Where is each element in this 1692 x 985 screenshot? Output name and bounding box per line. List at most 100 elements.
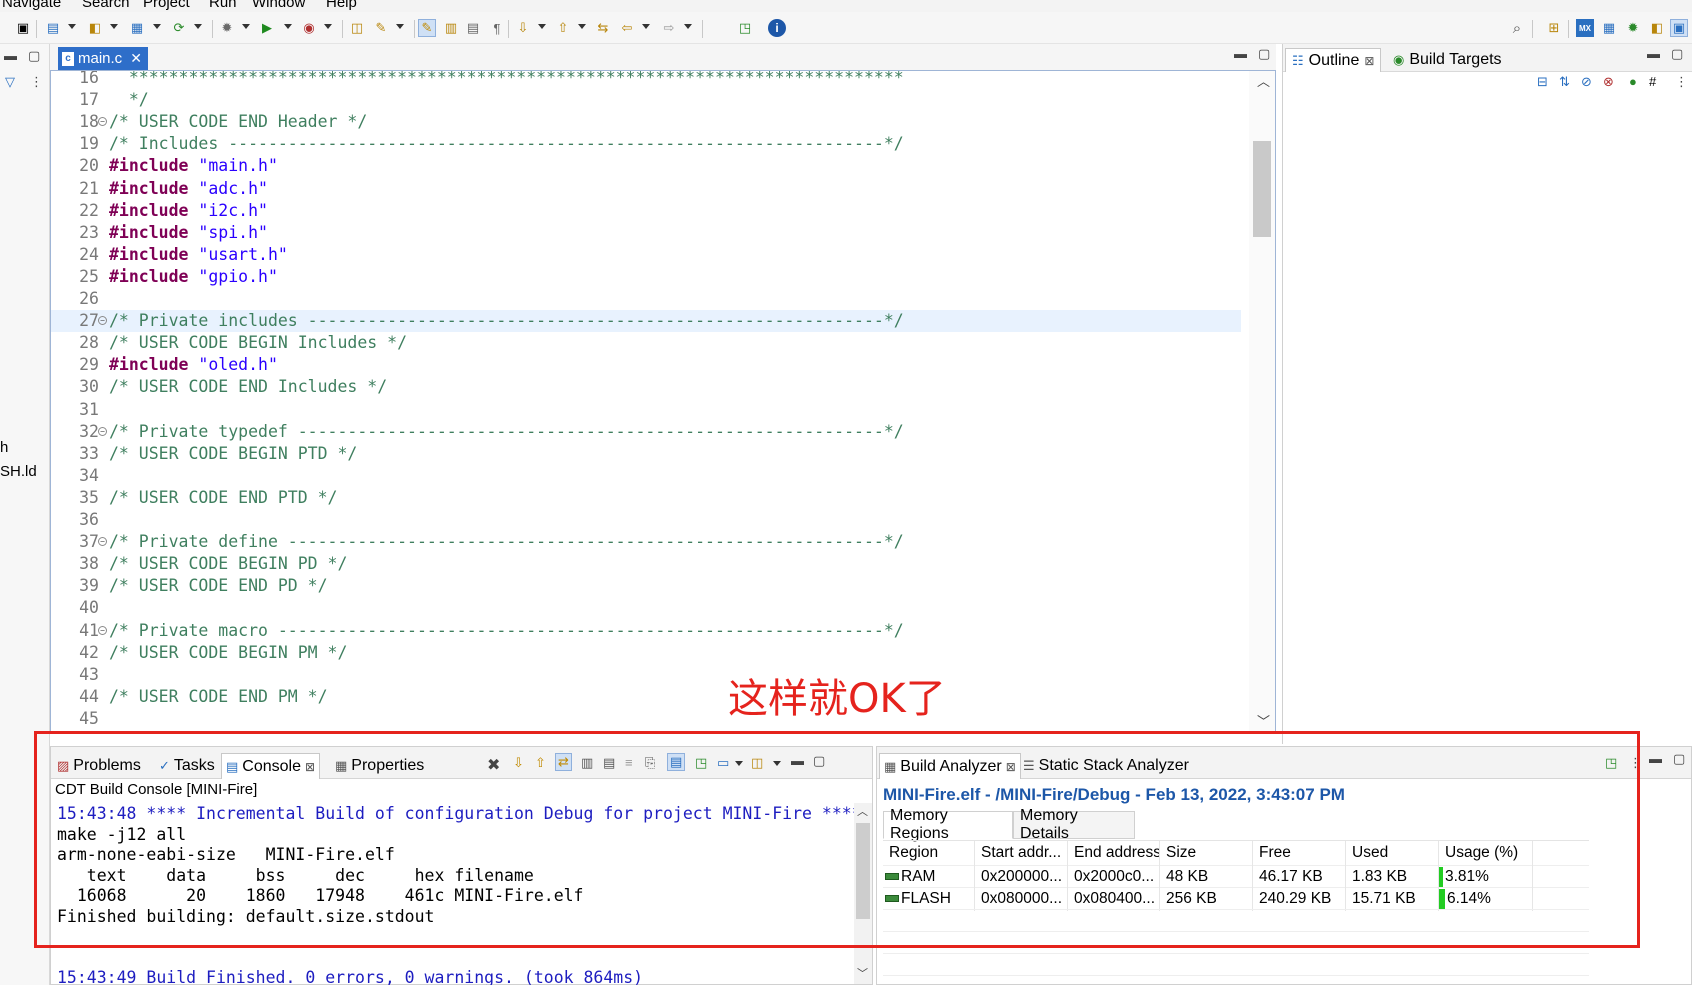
- view-menu-icon[interactable]: ⋮: [1675, 74, 1688, 90]
- previous-error-icon[interactable]: ⇧: [535, 755, 546, 771]
- search-icon[interactable]: ⌕: [1508, 19, 1526, 37]
- back-icon[interactable]: ⇦: [618, 19, 636, 37]
- scroll-up-icon[interactable]: ︿: [1257, 71, 1270, 90]
- code-line[interactable]: 20 #include "main.h": [51, 155, 1241, 177]
- code-line[interactable]: 19 /* Includes --------------------------…: [51, 133, 1241, 155]
- code-line[interactable]: 22 #include "i2c.h": [51, 200, 1241, 222]
- hide-non-public-icon[interactable]: ●: [1629, 74, 1637, 89]
- code-line[interactable]: 43: [51, 664, 1241, 686]
- close-icon[interactable]: ⊠: [305, 760, 315, 774]
- hide-fields-icon[interactable]: ⊘: [1581, 74, 1592, 90]
- show-whitespace-icon[interactable]: ¶: [488, 19, 506, 37]
- maximize-icon[interactable]: ▢: [1673, 751, 1685, 767]
- group-includes-icon[interactable]: #: [1649, 74, 1656, 89]
- code-line[interactable]: 18−/* USER CODE END Header */: [51, 111, 1241, 133]
- scroll-up-icon[interactable]: ︿: [857, 803, 868, 819]
- c-cpp-perspective-icon[interactable]: ▦: [1600, 19, 1618, 37]
- dropdown-icon[interactable]: [324, 24, 332, 29]
- maximize-icon[interactable]: ▢: [813, 753, 825, 769]
- dropdown-icon[interactable]: [735, 761, 743, 766]
- new-icon[interactable]: ▤: [44, 19, 62, 37]
- code-line[interactable]: 17 */: [51, 89, 1241, 111]
- view-menu-icon[interactable]: ⋮: [1629, 755, 1642, 771]
- code-line[interactable]: 29 #include "oled.h": [51, 354, 1241, 376]
- column-header[interactable]: Region: [883, 841, 975, 865]
- clear-console-icon[interactable]: ✖: [487, 755, 500, 775]
- open-project-icon[interactable]: ◧: [86, 19, 104, 37]
- console-vertical-scrollbar[interactable]: ︿ ﹀: [854, 803, 872, 984]
- code-line[interactable]: 32−/* Private typedef ------------------…: [51, 421, 1241, 443]
- link-editor-icon[interactable]: ⇄: [555, 753, 572, 771]
- minimize-icon[interactable]: ▬: [1647, 46, 1660, 61]
- scroll-down-icon[interactable]: ﹀: [1257, 711, 1270, 730]
- code-editor[interactable]: 16 *************************************…: [50, 70, 1276, 734]
- forward-icon[interactable]: ⇨: [660, 19, 678, 37]
- code-line[interactable]: 35 /* USER CODE END PTD */: [51, 487, 1241, 509]
- menu-help[interactable]: Help: [326, 0, 357, 11]
- scrollbar-thumb[interactable]: [856, 823, 870, 919]
- tab-memory-regions[interactable]: Memory Regions: [883, 807, 1013, 842]
- tab-build-analyzer[interactable]: ▦ Build Analyzer ⊠: [879, 753, 1021, 779]
- open-console-icon[interactable]: ◳: [695, 755, 707, 771]
- dropdown-icon[interactable]: [68, 24, 76, 29]
- external-tools-icon[interactable]: ◉: [300, 19, 318, 37]
- code-line[interactable]: 45: [51, 708, 1241, 730]
- fold-icon[interactable]: −: [98, 316, 107, 326]
- fold-icon[interactable]: −: [98, 117, 107, 127]
- code-line[interactable]: 44 /* USER CODE END PM */: [51, 686, 1241, 708]
- code-line[interactable]: 30 /* USER CODE END Includes */: [51, 376, 1241, 398]
- block-selection-icon[interactable]: ▤: [464, 19, 482, 37]
- tab-static-stack-analyzer[interactable]: ☰ Static Stack Analyzer: [1019, 753, 1193, 779]
- close-icon[interactable]: ✕: [130, 50, 142, 67]
- mark-occurrences-icon[interactable]: ✎: [418, 19, 436, 37]
- copy-output-icon[interactable]: ⎘: [645, 755, 655, 771]
- dropdown-icon[interactable]: [642, 24, 650, 29]
- maximize-icon[interactable]: ▢: [1258, 46, 1270, 62]
- open-perspective-icon[interactable]: ⊞: [1545, 19, 1563, 37]
- debug-perspective-icon[interactable]: ✹: [1624, 19, 1642, 37]
- tab-main-c[interactable]: c main.c ✕: [58, 47, 148, 70]
- previous-annotation-icon[interactable]: ⇧: [554, 19, 572, 37]
- code-line[interactable]: 36: [51, 509, 1241, 531]
- open-perspective-icon[interactable]: ◳: [736, 19, 754, 37]
- code-line[interactable]: 23 #include "spi.h": [51, 222, 1241, 244]
- menu-search[interactable]: Search: [82, 0, 130, 11]
- column-header[interactable]: Size: [1160, 841, 1253, 865]
- tab-problems[interactable]: ▨ Problems: [53, 753, 145, 779]
- scroll-lock-icon[interactable]: ▥: [581, 755, 593, 771]
- filter-icon[interactable]: ▽: [5, 74, 15, 90]
- open-console-icon[interactable]: ◳: [1605, 755, 1617, 771]
- column-header[interactable]: Start addr...: [975, 841, 1068, 865]
- scroll-down-icon[interactable]: ﹀: [857, 965, 868, 981]
- tree-item[interactable]: SH.ld: [0, 463, 37, 480]
- column-header[interactable]: End address: [1068, 841, 1160, 865]
- refresh-icon[interactable]: ⟳: [170, 19, 188, 37]
- resource-perspective-icon[interactable]: ◧: [1648, 19, 1666, 37]
- last-edit-icon[interactable]: ⇆: [594, 19, 612, 37]
- maximize-icon[interactable]: ▢: [28, 48, 40, 64]
- view-menu-icon[interactable]: ⋮: [30, 74, 43, 90]
- close-icon[interactable]: ⊠: [1006, 760, 1016, 774]
- code-line[interactable]: 42 /* USER CODE BEGIN PM */: [51, 642, 1241, 664]
- code-line[interactable]: 39 /* USER CODE END PD */: [51, 575, 1241, 597]
- tab-properties[interactable]: ▦ Properties: [331, 753, 428, 779]
- fold-icon[interactable]: −: [98, 625, 107, 635]
- dropdown-icon[interactable]: [773, 761, 781, 766]
- code-line[interactable]: 34: [51, 465, 1241, 487]
- tab-tasks[interactable]: ✓ Tasks: [155, 753, 219, 779]
- tab-outline[interactable]: ☷ Outline ⊠: [1285, 48, 1382, 72]
- next-annotation-icon[interactable]: ⇩: [514, 19, 532, 37]
- dropdown-icon[interactable]: [396, 24, 404, 29]
- menu-navigate[interactable]: Navigate: [2, 0, 61, 11]
- table-row[interactable]: RAM: [883, 865, 975, 889]
- close-icon[interactable]: ⊠: [1364, 54, 1374, 68]
- toggle-highlight-icon[interactable]: ▥: [442, 19, 460, 37]
- column-header[interactable]: Used: [1346, 841, 1439, 865]
- fold-icon[interactable]: −: [98, 426, 107, 436]
- column-header[interactable]: Free: [1253, 841, 1346, 865]
- word-wrap-icon[interactable]: ▤: [603, 755, 615, 771]
- tab-console[interactable]: ▤ Console ⊠: [221, 753, 321, 779]
- column-header[interactable]: Usage (%): [1439, 841, 1533, 865]
- scrollbar-thumb[interactable]: [1253, 141, 1271, 237]
- tab-memory-details[interactable]: Memory Details: [1013, 807, 1135, 842]
